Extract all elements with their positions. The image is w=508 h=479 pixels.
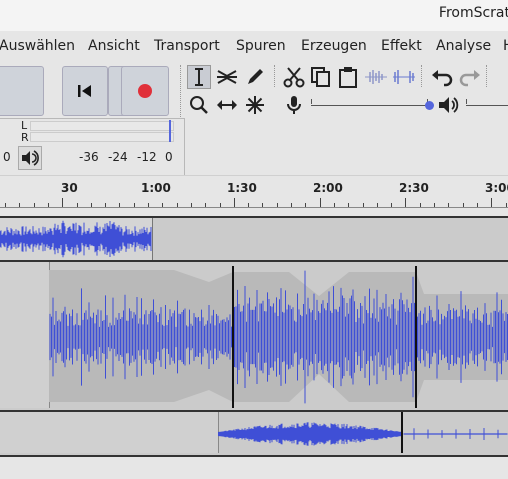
playback-volume: [436, 93, 460, 117]
silence-button[interactable]: [391, 65, 417, 89]
ruler-label: 3:00: [485, 181, 508, 195]
draw-tool-button[interactable]: [243, 65, 267, 89]
ruler-label: 1:30: [227, 181, 257, 195]
toolbar-grip[interactable]: [486, 65, 490, 87]
menu-transport[interactable]: Transport: [154, 38, 220, 54]
meter-right-label: R: [21, 131, 29, 144]
draw-tool-icon: [248, 69, 263, 84]
meter-scale-label: 0: [3, 150, 11, 164]
paste-icon: [339, 67, 357, 88]
audio-track-2[interactable]: [0, 262, 508, 412]
meter-scale-label: -36: [79, 150, 99, 164]
audio-track-1[interactable]: [0, 216, 508, 262]
selection-tool-button[interactable]: [187, 65, 211, 89]
envelope-tool-icon: [217, 70, 237, 84]
ruler-label: 1:00: [141, 181, 171, 195]
ruler-label: 2:30: [399, 181, 429, 195]
ruler-label: 2:00: [313, 181, 343, 195]
trim-button[interactable]: [363, 65, 389, 89]
menu-generate[interactable]: Erzeugen: [301, 38, 367, 54]
zoom-tool-button[interactable]: [187, 93, 211, 117]
menu-help[interactable]: H: [503, 38, 508, 54]
record-icon: [138, 84, 152, 98]
envelope-tool-button[interactable]: [215, 65, 239, 89]
waveform-clip-1[interactable]: [0, 218, 152, 260]
meter-scale-label: -12: [137, 150, 157, 164]
selection-tool-icon: [195, 68, 203, 86]
meter-peak-marker: [169, 120, 171, 142]
timeline-ruler[interactable]: 30 1:00 1:30 2:00 2:30 3:00: [0, 175, 508, 208]
timeshift-tool-icon: [217, 100, 237, 110]
meter-scale-label: -24: [108, 150, 128, 164]
microphone-icon: [287, 96, 301, 114]
toolbar-grip[interactable]: [274, 65, 278, 87]
timeshift-tool-button[interactable]: [215, 93, 239, 117]
trim-icon: [365, 70, 387, 84]
playback-volume-slider[interactable]: [464, 99, 508, 108]
copy-icon: [311, 67, 330, 87]
speaker-icon: [22, 150, 39, 166]
meter-scale-label: 0: [165, 150, 173, 164]
menu-select[interactable]: Auswählen: [0, 38, 75, 54]
playback-meter-button[interactable]: [18, 146, 42, 170]
record-button[interactable]: [121, 66, 169, 116]
redo-button[interactable]: [458, 65, 482, 89]
ruler-label: 30: [61, 181, 78, 195]
undo-icon: [432, 70, 453, 87]
toolbar-area: L R 0 -36 -24 -12 0: [0, 62, 508, 175]
multi-tool-icon: [246, 96, 264, 114]
toolbar-grip[interactable]: [180, 65, 184, 119]
multi-tool-button[interactable]: [243, 93, 267, 117]
menu-effect[interactable]: Effekt: [381, 38, 422, 54]
meter-left-bar: [30, 121, 174, 131]
play-button[interactable]: [0, 66, 44, 116]
menu-analyze[interactable]: Analyse: [436, 38, 491, 54]
cut-button[interactable]: [282, 65, 306, 89]
paste-button[interactable]: [336, 65, 360, 89]
undo-button[interactable]: [430, 65, 454, 89]
silence-icon: [393, 70, 415, 84]
menu-tracks[interactable]: Spuren: [236, 38, 286, 54]
title-bar: FromScrat: [0, 0, 508, 31]
toolbar-grip[interactable]: [421, 65, 425, 87]
waveform-clip-3[interactable]: [218, 412, 508, 453]
menu-view[interactable]: Ansicht: [88, 38, 140, 54]
menu-bar: Auswählen Ansicht Transport Spuren Erzeu…: [0, 35, 508, 61]
redo-icon: [459, 70, 480, 87]
cut-icon: [283, 67, 305, 88]
audio-track-3[interactable]: [0, 412, 508, 457]
empty-track-area[interactable]: [0, 457, 508, 479]
window-title: FromScrat: [438, 5, 508, 21]
waveform-clip-2[interactable]: [49, 262, 508, 408]
copy-button[interactable]: [309, 65, 333, 89]
slider-thumb[interactable]: [425, 101, 434, 110]
meter-right-bar: [30, 132, 174, 142]
recording-volume-slider[interactable]: [311, 99, 434, 110]
recording-volume: [282, 93, 306, 117]
speaker-icon: [439, 97, 459, 113]
zoom-tool-icon: [190, 96, 208, 114]
